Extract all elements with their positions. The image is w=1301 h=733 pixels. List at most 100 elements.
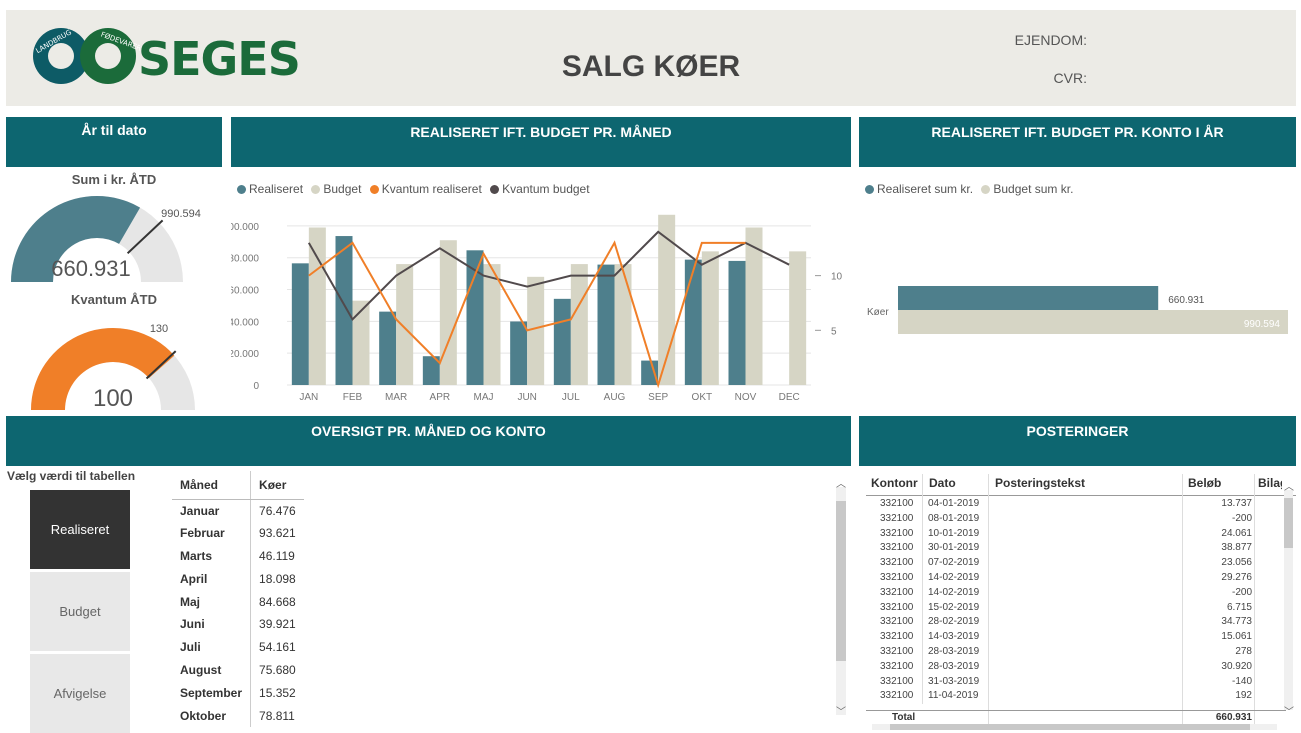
table-row[interactable]: 332100 28-03-2019 30.920 [866, 661, 1282, 673]
bar-budget[interactable] [396, 264, 414, 385]
posteringer-hscroll-thumb[interactable] [890, 724, 1250, 730]
kontonr-cell: 332100 [880, 572, 914, 583]
kontonr-cell: 332100 [880, 557, 914, 569]
bar-budget[interactable] [483, 264, 501, 385]
bar-budget[interactable] [570, 264, 588, 385]
konto-bar-realiseret[interactable] [898, 286, 1159, 310]
table-row[interactable]: 332100 15-02-2019 6.715 [866, 602, 1282, 614]
column-header-dato[interactable]: Dato [929, 476, 956, 490]
kontonr-cell: 332100 [880, 631, 914, 643]
column-header-posteringstekst[interactable]: Posteringstekst [995, 476, 1085, 490]
table-row[interactable]: September 15.352 [172, 681, 304, 705]
table-row[interactable]: Juli 54.161 [172, 635, 304, 659]
table-row[interactable]: Oktober 78.811 [172, 704, 304, 727]
value-cell: 46.119 [259, 548, 295, 563]
column-header-koer[interactable]: Køer [250, 471, 304, 500]
legend-item[interactable]: Realiseret sum kr. [865, 182, 973, 196]
dato-cell: 07-02-2019 [928, 557, 980, 569]
bar-realiseret[interactable] [335, 236, 353, 385]
table-row[interactable]: 332100 30-01-2019 38.877 [866, 542, 1282, 554]
scroll-up-icon[interactable]: ︿ [836, 475, 846, 490]
scroll-down-icon[interactable]: ﹀ [1284, 703, 1294, 718]
column-header-month[interactable]: Måned [172, 471, 252, 500]
bar-budget[interactable] [614, 264, 632, 385]
bar-realiseret[interactable] [684, 259, 702, 385]
bar-realiseret[interactable] [553, 298, 571, 385]
oversigt-scrollbar[interactable] [836, 487, 846, 715]
legend-dot-icon [865, 185, 874, 194]
posteringer-scroll-thumb[interactable] [1284, 498, 1293, 548]
y-tick-label: 0 [253, 381, 259, 392]
table-row[interactable]: April 18.098 [172, 567, 304, 591]
legend-label: Realiseret [249, 182, 304, 196]
table-row[interactable]: August 75.680 [172, 658, 304, 682]
y2-tick-label: 5 [831, 326, 837, 337]
y-tick-label: 80.000 [231, 254, 259, 265]
bar-budget[interactable] [789, 251, 807, 385]
page-title: SALG KØER [561, 50, 741, 83]
scroll-down-icon[interactable]: ﹀ [836, 703, 846, 718]
bar-budget[interactable] [439, 240, 457, 385]
bar-budget[interactable] [527, 276, 545, 385]
bar-realiseret[interactable] [641, 360, 659, 385]
bar-budget[interactable] [701, 251, 719, 385]
table-row[interactable]: 332100 10-01-2019 24.061 [866, 528, 1282, 540]
oversigt-title: OVERSIGT PR. MÅNED OG KONTO [311, 423, 546, 439]
afvigelse-button[interactable]: Afvigelse [30, 654, 130, 733]
x-tick-label: JAN [299, 392, 318, 403]
table-row[interactable]: 332100 04-01-2019 13.737 [866, 498, 1282, 510]
table-row[interactable]: Maj 84.668 [172, 590, 304, 613]
legend-item[interactable]: Budget sum kr. [981, 182, 1073, 196]
kontonr-cell: 332100 [880, 512, 914, 524]
posteringer-scrollbar[interactable] [1284, 490, 1293, 710]
kontonr-cell: 332100 [880, 527, 914, 539]
bar-realiseret[interactable] [597, 264, 615, 385]
konto-bar-budget[interactable] [898, 310, 1288, 334]
bar-realiseret[interactable] [291, 263, 309, 385]
legend-item[interactable]: Realiseret [237, 182, 303, 196]
table-row[interactable]: Juni 39.921 [172, 612, 304, 636]
table-row[interactable]: 332100 28-03-2019 278 [866, 646, 1282, 658]
budget-button[interactable]: Budget [30, 572, 130, 651]
table-row[interactable]: 332100 08-01-2019 -200 [866, 513, 1282, 525]
beloeb-cell: 192 [1235, 690, 1252, 702]
bar-realiseret[interactable] [728, 260, 746, 385]
table-row[interactable]: 332100 28-02-2019 34.773 [866, 616, 1282, 628]
table-row[interactable]: Marts 46.119 [172, 544, 304, 568]
y2-tick-label: 10 [831, 272, 843, 283]
bar-realiseret[interactable] [510, 321, 528, 385]
bar-budget[interactable] [308, 227, 326, 386]
table-row[interactable]: 332100 07-02-2019 23.056 [866, 557, 1282, 569]
posteringer-title-bar: POSTERINGER [859, 416, 1296, 466]
kpi-title-bar: År til dato [6, 117, 222, 167]
posteringer-title: POSTERINGER [1026, 423, 1129, 439]
table-row[interactable]: Februar 93.621 [172, 521, 304, 545]
table-row[interactable]: Januar 76.476 [172, 499, 304, 522]
table-row[interactable]: 332100 14-02-2019 -200 [866, 587, 1282, 599]
legend-dot-icon [369, 185, 379, 194]
table-row[interactable]: 332100 11-04-2019 192 [866, 690, 1282, 702]
realiseret-button[interactable]: Realiseret [30, 490, 130, 569]
column-header-bilag[interactable]: Bilag [1258, 476, 1282, 490]
legend-item[interactable]: Budget [311, 182, 361, 196]
bar-budget[interactable] [352, 300, 370, 385]
posteringer-hscrollbar[interactable] [872, 724, 1277, 730]
x-tick-label: APR [430, 392, 451, 403]
scroll-up-icon[interactable]: ︿ [1284, 478, 1294, 493]
table-row[interactable]: 332100 14-02-2019 29.276 [866, 572, 1282, 584]
month-cell: August [172, 658, 252, 682]
table-row[interactable]: 332100 31-03-2019 -140 [866, 676, 1282, 688]
table-row[interactable]: 332100 14-03-2019 15.061 [866, 631, 1282, 643]
legend-item[interactable]: Kvantum budget [490, 182, 590, 196]
dato-cell: 31-03-2019 [928, 675, 980, 687]
oversigt-scroll-thumb[interactable] [836, 501, 846, 661]
oversigt-title-bar: OVERSIGT PR. MÅNED OG KONTO [6, 416, 851, 466]
bar-realiseret[interactable] [379, 311, 397, 385]
legend-item[interactable]: Kvantum realiseret [369, 182, 482, 196]
dato-cell: 14-03-2019 [928, 631, 980, 643]
column-header-beloeb[interactable]: Beløb [1188, 476, 1221, 490]
legend-label: Realiseret sum kr. [877, 182, 974, 196]
column-header-kontonr[interactable]: Kontonr [871, 476, 918, 490]
konto-realiseret-value: 660.931 [1168, 295, 1205, 306]
x-tick-label: SEP [648, 392, 668, 403]
